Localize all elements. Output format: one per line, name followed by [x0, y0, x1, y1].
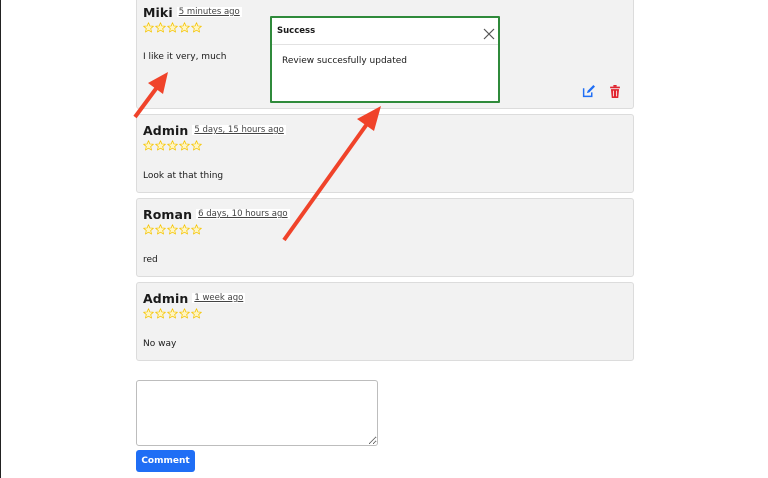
star-icon	[191, 140, 202, 151]
review-text: red	[143, 255, 158, 265]
review-card: Admin 5 days, 15 hours ago Look at that …	[136, 114, 634, 193]
page: Miki 5 minutes ago I like it very, much	[0, 0, 768, 478]
left-border	[0, 0, 1, 478]
star-icon	[191, 308, 202, 319]
review-card: Admin 1 week ago No way	[136, 282, 634, 361]
star-rating	[143, 140, 202, 151]
toast-title: Success	[277, 26, 316, 36]
star-icon	[167, 308, 178, 319]
edit-icon[interactable]	[582, 83, 595, 102]
star-rating	[143, 308, 202, 319]
review-timestamp-link[interactable]: 5 minutes ago	[176, 7, 242, 17]
review-header: Miki 5 minutes ago	[143, 5, 242, 20]
star-icon	[167, 140, 178, 151]
star-rating	[143, 22, 202, 33]
review-text: Look at that thing	[143, 171, 224, 181]
star-icon	[143, 308, 154, 319]
toast-header: Success	[272, 18, 498, 45]
star-icon	[155, 308, 166, 319]
review-card: Roman 6 days, 10 hours ago red	[136, 198, 634, 277]
star-icon	[191, 224, 202, 235]
review-text: No way	[143, 339, 177, 349]
star-icon	[155, 224, 166, 235]
star-icon	[143, 22, 154, 33]
review-author: Admin	[143, 123, 189, 138]
star-icon	[179, 224, 190, 235]
star-icon	[179, 140, 190, 151]
review-header: Roman 6 days, 10 hours ago	[143, 207, 290, 222]
star-icon	[143, 140, 154, 151]
star-icon	[155, 22, 166, 33]
star-icon	[167, 22, 178, 33]
comment-textarea[interactable]	[136, 380, 378, 446]
review-actions	[582, 83, 621, 102]
star-icon	[143, 224, 154, 235]
success-toast: Success Review succesfully updated	[270, 16, 500, 103]
star-icon	[179, 22, 190, 33]
close-icon[interactable]	[483, 25, 495, 40]
trash-icon[interactable]	[609, 83, 621, 102]
review-text: I like it very, much	[143, 52, 227, 62]
review-header: Admin 5 days, 15 hours ago	[143, 123, 286, 138]
review-timestamp-link[interactable]: 1 week ago	[192, 293, 246, 303]
review-timestamp-link[interactable]: 6 days, 10 hours ago	[196, 209, 290, 219]
review-author: Miki	[143, 5, 173, 20]
star-icon	[191, 22, 202, 33]
review-header: Admin 1 week ago	[143, 291, 246, 306]
review-author: Admin	[143, 291, 189, 306]
comment-button[interactable]: Comment	[136, 450, 195, 472]
review-author: Roman	[143, 207, 193, 222]
star-icon	[155, 140, 166, 151]
review-timestamp-link[interactable]: 5 days, 15 hours ago	[192, 125, 286, 135]
star-icon	[167, 224, 178, 235]
star-rating	[143, 224, 202, 235]
toast-message: Review succesfully updated	[282, 56, 407, 66]
star-icon	[179, 308, 190, 319]
